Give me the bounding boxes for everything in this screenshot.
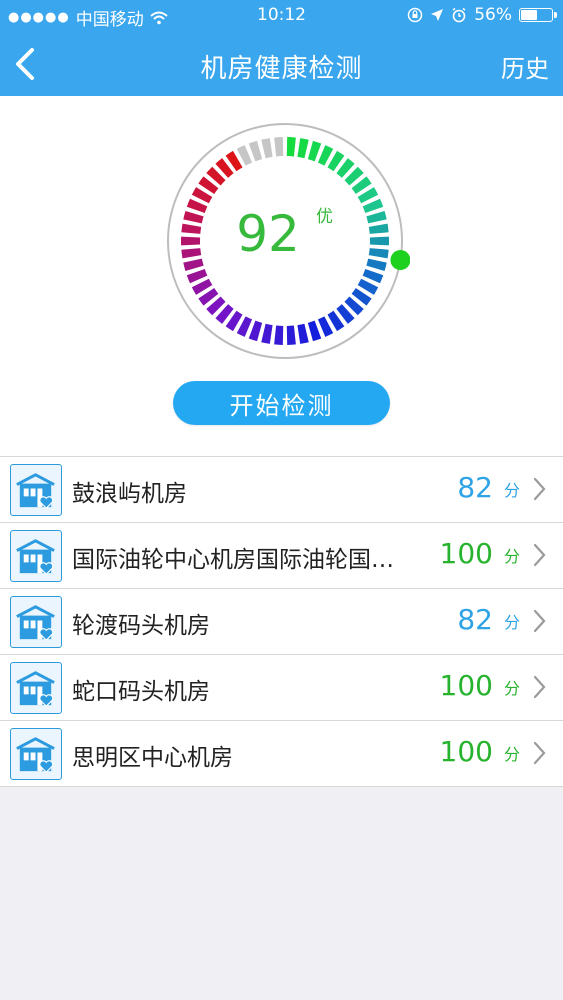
status-bar: ●●●●● 中国移动 10:12 56% (0, 0, 563, 32)
start-check-button[interactable]: 开始检测 (173, 381, 390, 425)
room-row[interactable]: 轮渡码头机房 82 分 (0, 589, 563, 655)
gauge-segment (297, 323, 309, 344)
room-score-unit: 分 (503, 547, 520, 566)
server-room-icon (10, 596, 62, 648)
room-score-unit: 分 (503, 481, 520, 500)
battery-percent: 56% (474, 5, 512, 25)
gauge-segment (248, 140, 263, 162)
room-list: 鼓浪屿机房 82 分 国际油轮中心机房国际油轮国… 100 分 轮渡码头机房 8… (0, 456, 563, 787)
room-score: 82 (457, 603, 493, 636)
gauge-segment (368, 223, 389, 234)
gauge-segment (307, 320, 322, 342)
room-score-unit: 分 (503, 745, 520, 764)
room-score-unit: 分 (503, 679, 520, 698)
chevron-right-icon (533, 543, 546, 567)
server-room-icon (10, 728, 62, 780)
room-name: 国际油轮中心机房国际油轮国… (72, 547, 394, 573)
chevron-right-icon (533, 675, 546, 699)
gauge-segment (261, 138, 273, 159)
room-score: 82 (457, 471, 493, 504)
history-button[interactable]: 历史 (501, 49, 549, 84)
room-score: 100 (439, 735, 493, 768)
nav-bar: 机房健康检测 历史 (0, 32, 563, 96)
gauge-segment (286, 325, 296, 345)
gauge-segment (368, 248, 389, 259)
gauge-segment (181, 248, 202, 259)
gauge-segment (297, 138, 309, 159)
gauge-segment (366, 258, 387, 272)
server-room-icon (10, 530, 62, 582)
room-score: 100 (439, 669, 493, 702)
gauge-segment (181, 236, 201, 246)
room-name: 蛇口码头机房 (72, 679, 210, 705)
gauge-segment (183, 210, 204, 224)
room-row[interactable]: 鼓浪屿机房 82 分 (0, 457, 563, 523)
room-score-unit: 分 (503, 613, 520, 632)
location-icon (431, 9, 444, 21)
server-room-icon (10, 662, 62, 714)
battery-icon (519, 8, 557, 22)
chevron-right-icon (533, 477, 546, 501)
room-row[interactable]: 蛇口码头机房 100 分 (0, 655, 563, 721)
room-row[interactable]: 国际油轮中心机房国际油轮国… 100 分 (0, 523, 563, 589)
gauge-segment (181, 223, 202, 234)
room-score: 100 (439, 537, 493, 570)
room-row[interactable]: 思明区中心机房 100 分 (0, 721, 563, 787)
gauge-segment (183, 258, 204, 272)
gauge-indicator-dot (390, 250, 410, 271)
gauge-segment (274, 325, 284, 345)
gauge-segment (307, 140, 322, 162)
health-score: 92 (236, 205, 300, 263)
gauge-segment (286, 137, 296, 157)
alarm-icon (452, 7, 466, 23)
gauge-segment (366, 210, 387, 224)
rotation-lock-icon (407, 7, 423, 23)
server-room-icon (10, 464, 62, 516)
health-panel: 92 优 开始检测 (0, 96, 563, 456)
room-name: 鼓浪屿机房 (72, 481, 187, 507)
chevron-right-icon (533, 609, 546, 633)
page-title: 机房健康检测 (200, 54, 363, 84)
chevron-right-icon (533, 741, 546, 765)
status-right: 56% (407, 5, 557, 25)
gauge-segment (248, 320, 263, 342)
room-name: 轮渡码头机房 (72, 613, 210, 639)
room-name: 思明区中心机房 (72, 745, 233, 771)
gauge-segment (369, 236, 389, 246)
gauge-segment (261, 323, 273, 344)
gauge-segment (274, 137, 284, 157)
health-grade: 优 (316, 207, 333, 227)
